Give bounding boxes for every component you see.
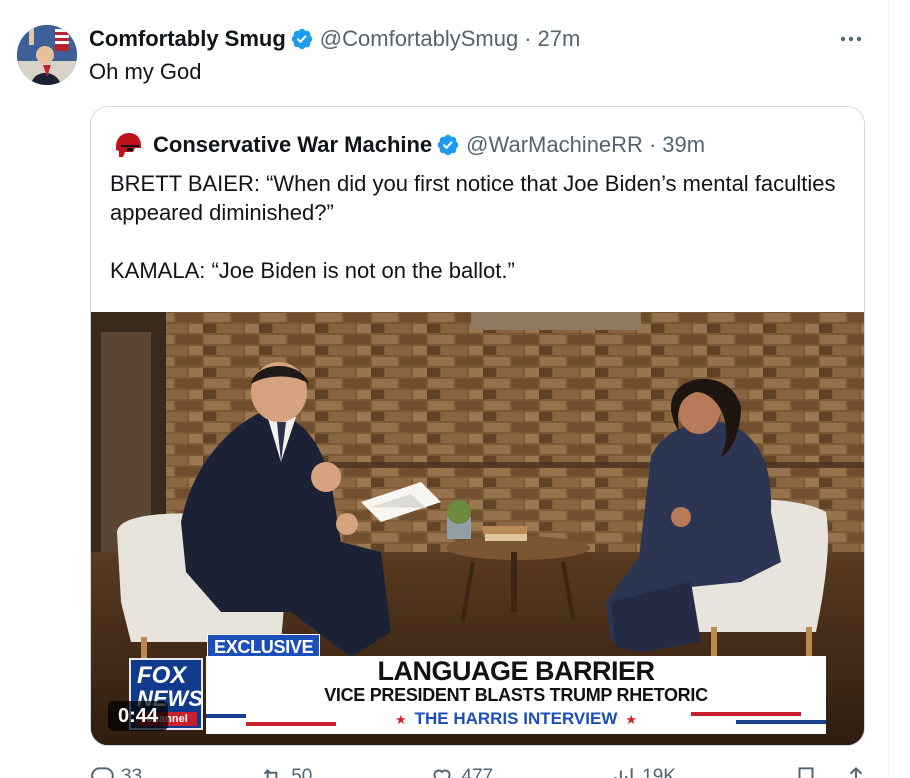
quoted-tweet[interactable]: Conservative War Machine @WarMachineRR ·… xyxy=(90,106,865,746)
repost-icon xyxy=(263,769,278,778)
views-button[interactable]: 19K xyxy=(610,764,676,778)
bookmark-icon[interactable] xyxy=(793,764,819,778)
quoted-text-line: BRETT BAIER: “When did you first notice … xyxy=(110,171,836,225)
more-icon xyxy=(840,36,862,42)
verified-badge-icon xyxy=(291,28,313,50)
repost-count: 50 xyxy=(291,766,313,778)
tweet-time[interactable]: 27m xyxy=(538,26,581,52)
quoted-tweet-header: Conservative War Machine @WarMachineRR ·… xyxy=(111,128,705,162)
author-name[interactable]: Comfortably Smug xyxy=(89,26,286,52)
separator: · xyxy=(524,26,532,51)
quoted-author-name[interactable]: Conservative War Machine xyxy=(153,132,432,158)
tweet-header: Comfortably Smug @ComfortablySmug · 27m xyxy=(89,24,580,54)
column-divider xyxy=(888,0,889,778)
reply-icon xyxy=(91,767,114,778)
quoted-author-handle[interactable]: @WarMachineRR xyxy=(466,132,643,158)
repost-button[interactable]: 50 xyxy=(259,764,312,778)
author-avatar[interactable] xyxy=(17,25,77,85)
tweet-actions: 33 50 477 19K xyxy=(89,762,869,778)
video-frame xyxy=(91,312,864,745)
share-icon[interactable] xyxy=(843,764,869,778)
views-icon xyxy=(614,768,633,778)
views-count: 19K xyxy=(642,766,676,778)
like-button[interactable]: 477 xyxy=(429,764,493,778)
bookmark-share-group xyxy=(793,764,869,778)
quoted-tweet-text: BRETT BAIER: “When did you first notice … xyxy=(110,169,850,285)
verified-badge-icon xyxy=(437,134,459,156)
quoted-author-avatar[interactable] xyxy=(111,128,145,162)
reply-button[interactable]: 33 xyxy=(89,764,142,778)
like-count: 477 xyxy=(461,766,494,778)
video-player[interactable]: EXCLUSIVE LANGUAGE BARRIER VICE PRESIDEN… xyxy=(91,312,864,745)
author-handle[interactable]: @ComfortablySmug xyxy=(320,26,518,52)
like-icon xyxy=(433,769,451,778)
video-duration: 0:44 xyxy=(108,701,169,731)
more-button[interactable] xyxy=(836,26,866,52)
quoted-text-line: KAMALA: “Joe Biden is not on the ballot.… xyxy=(110,258,515,283)
reply-count: 33 xyxy=(121,766,143,778)
tweet-text: Oh my God xyxy=(89,59,202,84)
helmet-logo-icon xyxy=(112,129,144,161)
tweet[interactable]: Comfortably Smug @ComfortablySmug · 27m … xyxy=(0,0,888,778)
separator: · xyxy=(648,132,657,157)
quoted-tweet-time[interactable]: 39m xyxy=(662,132,705,158)
